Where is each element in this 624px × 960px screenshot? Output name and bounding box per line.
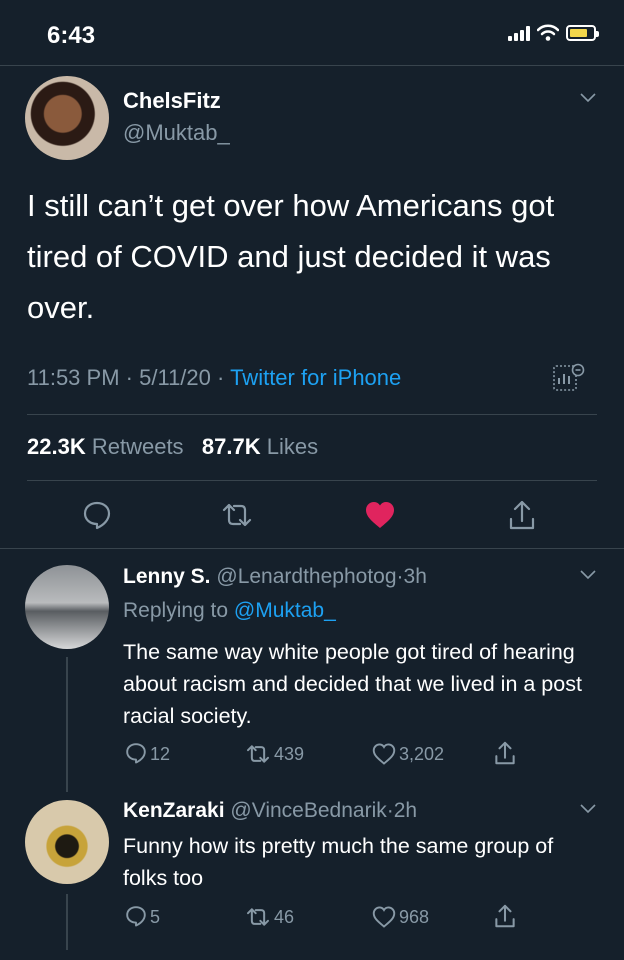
- chevron-down-icon[interactable]: [580, 93, 596, 103]
- retweets-label[interactable]: Retweets: [92, 434, 184, 459]
- like-icon[interactable]: [372, 906, 396, 928]
- tweet-source-link[interactable]: Twitter for iPhone: [230, 365, 401, 390]
- tweet-text: I still can’t get over how Americans got…: [27, 188, 555, 325]
- avatar[interactable]: [25, 565, 109, 649]
- status-icons: [508, 24, 599, 41]
- reply-header: KenZaraki @VinceBednarik·2h: [123, 799, 418, 822]
- reply-icon[interactable]: [125, 742, 147, 764]
- tweet-time: 11:53 PM: [27, 365, 120, 390]
- display-name[interactable]: KenZaraki: [123, 799, 225, 822]
- chevron-down-icon[interactable]: [580, 804, 596, 814]
- share-icon[interactable]: [494, 903, 516, 929]
- divider: [0, 548, 624, 549]
- retweet-count: 439: [274, 744, 305, 764]
- display-name[interactable]: Lenny S.: [123, 565, 211, 588]
- replying-to: Replying to @Muktab_: [123, 599, 336, 622]
- mention-link[interactable]: @Muktab_: [234, 599, 336, 622]
- retweet-icon[interactable]: [244, 744, 272, 764]
- battery-icon: [566, 24, 599, 41]
- handle[interactable]: @Muktab_: [123, 120, 230, 146]
- cell-signal-icon: [508, 25, 530, 41]
- share-icon[interactable]: [508, 499, 536, 531]
- reply-age: 2h: [393, 799, 418, 822]
- tweet-stats: 22.3K Retweets 87.7K Likes: [27, 434, 318, 460]
- status-time: 6:43: [47, 22, 96, 49]
- like-count: 968: [399, 907, 430, 927]
- like-icon-filled[interactable]: [364, 500, 396, 530]
- display-name[interactable]: ChelsFitz: [123, 88, 221, 114]
- reply-icon[interactable]: [82, 500, 112, 530]
- retweet-count: 46: [274, 907, 295, 927]
- retweet-icon[interactable]: [244, 907, 272, 927]
- tweet-meta: 11:53 PM · 5/11/20 · Twitter for iPhone: [27, 365, 402, 390]
- like-count: 3,202: [399, 744, 445, 764]
- status-bar: 6:43: [0, 0, 624, 66]
- retweet-icon[interactable]: [220, 502, 254, 528]
- thread-line: [66, 657, 68, 792]
- likes-label[interactable]: Likes: [267, 434, 318, 459]
- wifi-icon: [537, 24, 559, 41]
- reply-header: Lenny S. @Lenardthephotog·3h: [123, 565, 427, 588]
- reply-icon[interactable]: [125, 905, 147, 927]
- reply-age: 3h: [403, 565, 427, 588]
- divider: [27, 414, 597, 415]
- tweet-date: 5/11/20: [139, 365, 211, 390]
- analytics-icon[interactable]: [552, 362, 586, 394]
- reply-text: Funny how its pretty much the same group…: [123, 834, 554, 890]
- thread-line: [66, 894, 68, 950]
- handle[interactable]: @Lenardthephotog: [216, 565, 396, 588]
- likes-count[interactable]: 87.7K: [202, 434, 261, 459]
- avatar[interactable]: [25, 800, 109, 884]
- chevron-down-icon[interactable]: [580, 570, 596, 580]
- reply-text: The same way white people got tired of h…: [123, 640, 582, 728]
- retweets-count[interactable]: 22.3K: [27, 434, 86, 459]
- reply-count: 5: [150, 907, 161, 927]
- divider: [27, 480, 597, 481]
- avatar[interactable]: [25, 76, 109, 160]
- handle[interactable]: @VinceBednarik: [230, 799, 386, 822]
- like-icon[interactable]: [372, 743, 396, 765]
- share-icon[interactable]: [494, 740, 516, 766]
- reply-count: 12: [150, 744, 171, 764]
